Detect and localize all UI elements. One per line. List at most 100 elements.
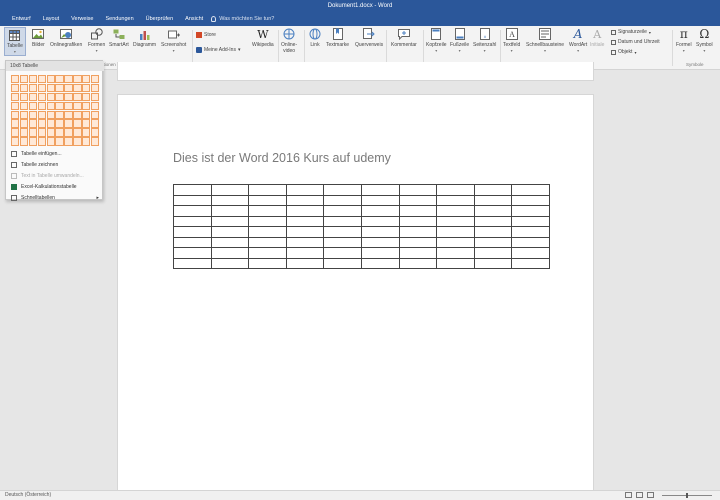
grid-cell[interactable] <box>55 137 64 146</box>
grid-cell[interactable] <box>46 128 55 137</box>
grid-cell[interactable] <box>73 128 82 137</box>
grid-cell[interactable] <box>91 101 100 110</box>
footer-button[interactable]: Fußzeile ▾ <box>450 28 469 53</box>
table-cell[interactable] <box>323 194 362 206</box>
grid-cell[interactable] <box>73 75 82 84</box>
table-cell[interactable] <box>173 226 212 238</box>
table-cell[interactable] <box>511 184 550 196</box>
chart-button[interactable]: Diagramm <box>133 28 156 48</box>
my-addins-button[interactable]: Meine Add-Ins ▾ <box>196 47 240 53</box>
grid-cell[interactable] <box>46 119 55 128</box>
pictures-button[interactable]: Bilder <box>32 28 45 48</box>
page-number-button[interactable]: # Seitenzahl ▾ <box>473 28 496 53</box>
table-cell[interactable] <box>173 215 212 227</box>
table-cell[interactable] <box>173 257 212 269</box>
table-cell[interactable] <box>473 247 513 259</box>
table-cell[interactable] <box>511 215 550 227</box>
grid-cell[interactable] <box>82 83 91 93</box>
table-cell[interactable] <box>436 236 475 248</box>
grid-cell[interactable] <box>46 110 55 119</box>
grid-cell[interactable] <box>19 92 29 102</box>
grid-cell[interactable] <box>28 110 38 119</box>
shapes-button[interactable]: Formen ▾ <box>88 28 105 53</box>
table-cell[interactable] <box>210 236 250 248</box>
online-video-button[interactable]: Online- video <box>281 28 297 54</box>
grid-cell[interactable] <box>28 92 38 102</box>
grid-cell[interactable] <box>55 92 64 102</box>
table-cell[interactable] <box>173 236 212 248</box>
table-cell[interactable] <box>511 194 550 206</box>
table-cell[interactable] <box>398 257 438 269</box>
table-cell[interactable] <box>248 205 287 217</box>
bookmark-button[interactable]: Textmarke <box>326 28 349 48</box>
grid-cell[interactable] <box>91 110 100 119</box>
table-cell[interactable] <box>285 215 325 227</box>
grid-cell[interactable] <box>19 75 29 84</box>
grid-cell[interactable] <box>28 128 38 137</box>
grid-cell[interactable] <box>91 119 100 128</box>
grid-cell[interactable] <box>19 137 29 146</box>
table-cell[interactable] <box>511 226 550 238</box>
grid-cell[interactable] <box>19 83 29 93</box>
table-cell[interactable] <box>285 226 325 238</box>
tab-verweise[interactable]: Verweise <box>65 12 99 26</box>
drop-cap-button[interactable]: A Initiale <box>590 28 604 49</box>
table-cell[interactable] <box>323 226 362 238</box>
table-cell[interactable] <box>360 247 400 259</box>
table-cell[interactable] <box>285 236 325 248</box>
grid-cell[interactable] <box>19 119 29 128</box>
table-cell[interactable] <box>360 226 400 238</box>
table-cell[interactable] <box>360 215 400 227</box>
table-cell[interactable] <box>248 236 287 248</box>
tab-ansicht[interactable]: Ansicht <box>179 12 209 26</box>
menu-insert-table[interactable]: Tabelle einfügen... <box>6 149 104 159</box>
read-mode-icon[interactable] <box>625 492 632 498</box>
table-cell[interactable] <box>473 205 513 217</box>
document-table[interactable] <box>173 184 550 269</box>
table-cell[interactable] <box>398 215 438 227</box>
object-button[interactable]: Objekt ▾ <box>611 49 636 55</box>
grid-cell[interactable] <box>28 101 38 110</box>
table-cell[interactable] <box>173 205 212 217</box>
grid-cell[interactable] <box>11 83 20 93</box>
table-cell[interactable] <box>511 236 550 248</box>
language-indicator[interactable]: Deutsch (Österreich) <box>5 492 51 498</box>
grid-cell[interactable] <box>64 128 73 137</box>
table-cell[interactable] <box>398 205 438 217</box>
grid-cell[interactable] <box>64 110 73 119</box>
table-cell[interactable] <box>210 194 250 206</box>
table-button[interactable]: Tabelle ▾ <box>4 27 26 56</box>
table-cell[interactable] <box>285 205 325 217</box>
table-cell[interactable] <box>210 247 250 259</box>
table-cell[interactable] <box>360 257 400 269</box>
grid-cell[interactable] <box>46 101 55 110</box>
table-cell[interactable] <box>398 226 438 238</box>
table-cell[interactable] <box>473 236 513 248</box>
tab-ueberpruefen[interactable]: Überprüfen <box>140 12 180 26</box>
table-cell[interactable] <box>285 247 325 259</box>
signature-line-button[interactable]: Signaturzeile ▾ <box>611 29 651 35</box>
menu-quick-tables[interactable]: Schnelltabellen ▸ <box>6 193 104 203</box>
grid-cell[interactable] <box>73 110 82 119</box>
grid-cell[interactable] <box>82 119 91 128</box>
table-cell[interactable] <box>248 226 287 238</box>
tab-entwurf[interactable]: Entwurf <box>6 12 37 26</box>
grid-cell[interactable] <box>55 119 64 128</box>
grid-cell[interactable] <box>46 137 55 146</box>
grid-cell[interactable] <box>82 75 91 84</box>
table-cell[interactable] <box>398 247 438 259</box>
menu-convert-text-to-table[interactable]: Text in Tabelle umwandeln... <box>6 171 104 181</box>
grid-cell[interactable] <box>11 75 20 84</box>
table-cell[interactable] <box>398 184 438 196</box>
table-cell[interactable] <box>248 215 287 227</box>
grid-cell[interactable] <box>82 101 91 110</box>
grid-cell[interactable] <box>91 92 100 102</box>
table-cell[interactable] <box>248 194 287 206</box>
table-cell[interactable] <box>248 257 287 269</box>
grid-cell[interactable] <box>37 92 46 102</box>
table-cell[interactable] <box>248 184 287 196</box>
grid-cell[interactable] <box>64 101 73 110</box>
table-cell[interactable] <box>248 247 287 259</box>
table-cell[interactable] <box>323 184 362 196</box>
grid-cell[interactable] <box>37 75 46 84</box>
